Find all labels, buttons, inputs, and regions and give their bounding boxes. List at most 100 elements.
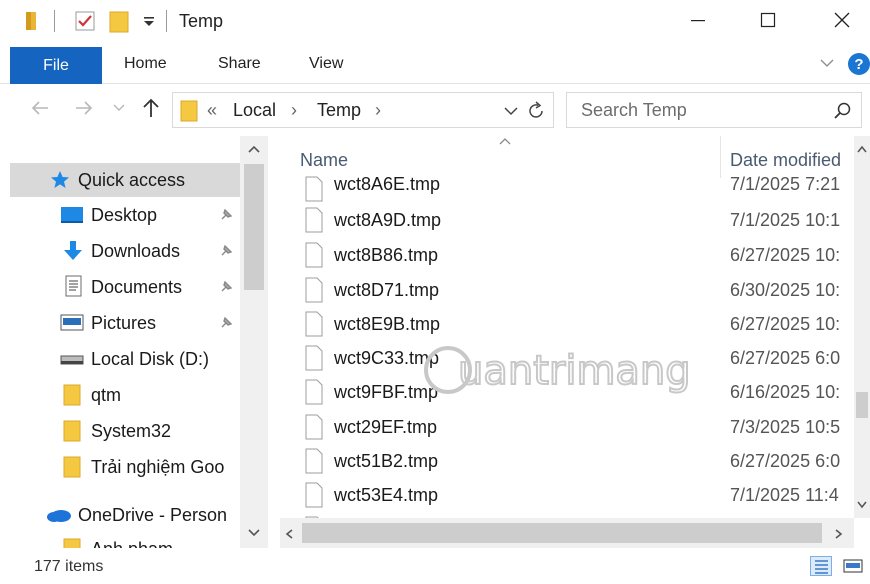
window-title: Temp xyxy=(179,11,224,31)
address-segment-local[interactable]: Local xyxy=(233,100,276,121)
file-icon xyxy=(305,345,323,371)
pin-icon[interactable] xyxy=(218,279,234,295)
nav-scrollbar-thumb[interactable] xyxy=(244,164,264,290)
nav-item-anh-pham[interactable]: Anh pham xyxy=(10,532,240,548)
nav-item-quick-access[interactable]: Quick access xyxy=(10,163,240,197)
file-row[interactable]: wct53E4.tmp 7/1/2025 11:4 xyxy=(280,478,854,512)
toolbar-separator xyxy=(54,10,55,32)
pin-icon[interactable] xyxy=(218,315,234,331)
forward-icon[interactable] xyxy=(72,96,96,120)
file-row[interactable]: wct9C33.tmp 6/27/2025 6:0 xyxy=(280,341,854,375)
column-header-date-modified[interactable]: Date modified xyxy=(730,150,854,171)
search-icon[interactable] xyxy=(833,101,853,121)
file-row[interactable]: wct8D71.tmp 6/30/2025 10: xyxy=(280,273,854,307)
nav-item-qtm[interactable]: qtm xyxy=(10,378,240,412)
tab-file[interactable]: File xyxy=(10,47,102,84)
nav-item-documents[interactable]: Documents xyxy=(10,270,240,304)
back-icon[interactable] xyxy=(28,96,52,120)
file-name: wct8A9D.tmp xyxy=(334,210,442,230)
drive-icon xyxy=(60,355,84,365)
nav-item-trai-nghiem[interactable]: Trải nghiệm Goo xyxy=(10,450,240,484)
nav-item-desktop[interactable]: Desktop xyxy=(10,198,240,232)
documents-icon xyxy=(65,275,82,297)
column-header-name[interactable]: Name xyxy=(300,150,348,171)
file-row[interactable]: wct8A6E.tmp 7/1/2025 7:21 xyxy=(280,172,854,206)
file-row[interactable]: wct29EF.tmp 7/3/2025 10:5 xyxy=(280,410,854,444)
file-date: 6/27/2025 10: xyxy=(730,314,841,334)
scroll-right-icon[interactable] xyxy=(834,528,844,540)
desktop-icon xyxy=(61,207,83,223)
close-icon xyxy=(834,12,850,28)
up-icon[interactable] xyxy=(140,96,162,120)
file-name: wct8B86.tmp xyxy=(334,245,439,265)
file-date: 7/3/2025 10:5 xyxy=(730,417,841,437)
horizontal-scrollbar-thumb[interactable] xyxy=(302,523,822,543)
file-name: wct9FBF.tmp xyxy=(334,382,439,402)
nav-item-label: OneDrive - Person xyxy=(78,504,228,525)
close-button[interactable] xyxy=(808,0,870,40)
nav-item-label: Downloads xyxy=(91,240,181,261)
file-row[interactable]: wct8A9D.tmp 7/1/2025 10:1 xyxy=(280,203,854,237)
nav-item-label: Trải nghiệm Goo xyxy=(91,456,225,477)
address-separator[interactable]: › xyxy=(291,100,297,121)
navigation-pane: Quick access Desktop Downloads Documents xyxy=(0,136,268,548)
file-list-horizontal-scrollbar[interactable] xyxy=(280,518,854,548)
pin-icon[interactable] xyxy=(218,243,234,259)
scroll-up-icon[interactable] xyxy=(247,144,261,154)
nav-item-downloads[interactable]: Downloads xyxy=(10,234,240,268)
tab-view[interactable]: View xyxy=(309,55,343,73)
address-bar[interactable]: « Local › Temp › xyxy=(172,92,554,128)
expand-ribbon-icon[interactable] xyxy=(818,54,836,72)
file-date: 6/27/2025 10: xyxy=(730,245,841,265)
file-row[interactable]: wct8E9B.tmp 6/27/2025 10: xyxy=(280,307,854,341)
recent-locations-icon[interactable] xyxy=(112,102,126,114)
file-row[interactable]: wct9FBF.tmp 6/16/2025 10: xyxy=(280,375,854,409)
sort-ascending-icon xyxy=(499,138,511,145)
file-name: wct29EF.tmp xyxy=(334,417,438,437)
folder-icon xyxy=(63,384,81,406)
details-view-icon xyxy=(815,560,828,574)
folder-icon xyxy=(63,456,81,478)
help-button[interactable]: ? xyxy=(848,53,870,75)
search-input[interactable]: Search Temp xyxy=(566,92,862,128)
minimize-button[interactable] xyxy=(664,0,732,40)
file-icon xyxy=(305,277,323,303)
file-row[interactable]: wct8B86.tmp 6/27/2025 10: xyxy=(280,238,854,272)
properties-icon[interactable] xyxy=(74,10,96,32)
file-name: wct8E9B.tmp xyxy=(334,314,441,334)
scroll-down-icon[interactable] xyxy=(856,500,868,510)
large-icons-view-button[interactable] xyxy=(842,556,864,576)
details-view-button[interactable] xyxy=(810,556,832,576)
pin-icon[interactable] xyxy=(218,207,234,223)
nav-item-local-disk[interactable]: Local Disk (D:) xyxy=(10,342,240,376)
new-folder-icon[interactable] xyxy=(108,10,132,34)
onedrive-icon xyxy=(47,510,71,522)
nav-scrollbar[interactable] xyxy=(240,136,268,548)
maximize-button[interactable] xyxy=(734,0,802,40)
tab-share[interactable]: Share xyxy=(218,55,261,73)
scroll-up-icon[interactable] xyxy=(856,144,868,154)
star-icon xyxy=(51,171,69,188)
file-date: 6/27/2025 6:0 xyxy=(730,451,841,471)
nav-item-pictures[interactable]: Pictures xyxy=(10,306,240,340)
status-bar: 177 items xyxy=(0,548,870,584)
scroll-down-icon[interactable] xyxy=(247,528,261,538)
customize-toolbar-icon[interactable] xyxy=(142,15,156,29)
toolbar-separator xyxy=(166,10,167,32)
file-list-vertical-scrollbar[interactable] xyxy=(854,136,870,518)
address-overflow[interactable]: « xyxy=(207,100,217,121)
tab-home[interactable]: Home xyxy=(124,55,167,73)
nav-item-label: Quick access xyxy=(78,169,186,190)
folder-icon xyxy=(26,12,36,30)
address-dropdown-icon[interactable] xyxy=(503,105,519,117)
file-icon xyxy=(305,379,323,405)
file-row[interactable]: wct51B2.tmp 6/27/2025 6:0 xyxy=(280,444,854,478)
refresh-icon[interactable] xyxy=(525,100,547,122)
address-segment-temp[interactable]: Temp xyxy=(317,100,361,121)
file-list-scrollbar-thumb[interactable] xyxy=(856,392,868,418)
nav-item-system32[interactable]: System32 xyxy=(10,414,240,448)
nav-item-onedrive[interactable]: OneDrive - Person xyxy=(10,498,240,532)
address-separator[interactable]: › xyxy=(375,100,381,121)
file-icon xyxy=(305,207,323,233)
scroll-left-icon[interactable] xyxy=(284,528,294,540)
